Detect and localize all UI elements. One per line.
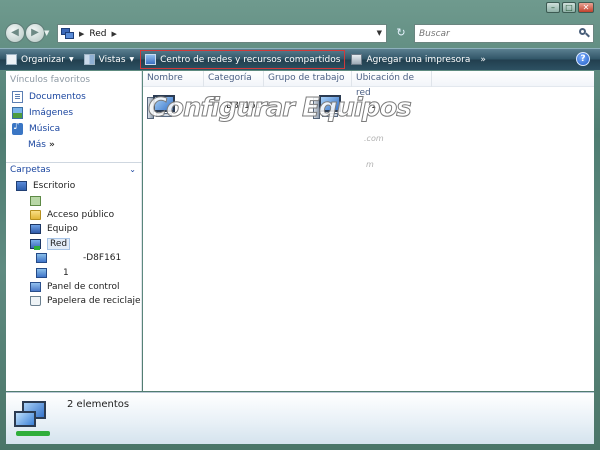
folder-tree: Escritorio Acceso público Equipo Red -D8… xyxy=(6,179,142,309)
tree-item-computer-d8f161[interactable]: -D8F161 xyxy=(6,251,142,265)
pictures-icon xyxy=(12,107,23,119)
close-button[interactable]: ✕ xyxy=(578,2,594,13)
search-input[interactable] xyxy=(415,25,565,42)
breadcrumb-red[interactable]: Red xyxy=(89,29,106,39)
tree-item-label: Acceso público xyxy=(47,209,115,220)
tree-item-user[interactable] xyxy=(6,193,142,207)
watermark-small: m xyxy=(366,160,374,169)
details-pane: 2 elementos xyxy=(6,392,594,444)
favorite-label: Documentos xyxy=(29,92,86,102)
tree-item-label: Equipo xyxy=(47,224,78,235)
watermark-text: Configurar Equipos xyxy=(148,93,413,124)
address-dropdown-icon[interactable]: ▼ xyxy=(377,29,382,37)
help-icon[interactable]: ? xyxy=(576,52,590,66)
forward-button[interactable]: ▶ xyxy=(25,23,45,43)
more-label: Más xyxy=(28,140,46,150)
computer-icon xyxy=(36,267,47,278)
tree-item-panel-de-control[interactable]: Panel de control xyxy=(6,280,142,294)
column-header-nombre[interactable]: Nombre xyxy=(143,71,204,87)
user-folder-icon xyxy=(30,195,41,206)
music-icon xyxy=(12,121,23,135)
minimize-button[interactable]: – xyxy=(546,2,560,13)
desktop-icon xyxy=(16,181,27,192)
title-bar: – □ ✕ xyxy=(0,0,600,20)
favorites-more-link[interactable]: Más» xyxy=(6,137,141,153)
network-icon xyxy=(61,28,74,39)
computer-icon xyxy=(30,224,41,235)
folders-header[interactable]: Carpetas ⌄ xyxy=(6,162,142,177)
views-button[interactable]: Vistas ▼ xyxy=(80,51,139,69)
tree-item-label: Escritorio xyxy=(33,181,76,192)
command-bar: Organizar ▼ Vistas ▼ Centro de redes y r… xyxy=(0,48,600,70)
column-header-grupo[interactable]: Grupo de trabajo xyxy=(264,71,352,87)
tree-item-label: 1 xyxy=(63,267,69,278)
history-dropdown-icon[interactable]: ▼ xyxy=(44,29,49,37)
chevron-down-icon: ▼ xyxy=(129,56,135,63)
computer-icon xyxy=(36,253,47,264)
navigation-bar: ◀ ▶ ▼ ▶ Red ▶ ▼ ↻ xyxy=(0,21,600,47)
organize-button[interactable]: Organizar ▼ xyxy=(2,51,78,69)
tree-item-label: Panel de control xyxy=(47,281,120,292)
folders-label: Carpetas xyxy=(10,165,51,175)
column-header-categoria[interactable]: Categoría xyxy=(204,71,264,87)
tree-item-computer-1[interactable]: 1 xyxy=(6,265,142,279)
network-center-icon xyxy=(145,54,157,65)
organize-label: Organizar xyxy=(21,54,65,65)
watermark-small: .com xyxy=(364,134,384,143)
tree-item-label: -D8F161 xyxy=(83,253,122,264)
views-label: Vistas xyxy=(98,54,126,65)
network-icon xyxy=(30,238,41,250)
item-count: 2 elementos xyxy=(67,399,130,410)
breadcrumb-separator-icon[interactable]: ▶ xyxy=(112,30,117,38)
search-icon[interactable] xyxy=(579,28,590,38)
views-icon xyxy=(83,54,95,65)
double-chevron-icon: » xyxy=(48,140,55,150)
chevron-down-icon: ▼ xyxy=(69,56,74,63)
tree-item-label: Red xyxy=(47,237,71,250)
chevron-down-icon[interactable]: ⌄ xyxy=(129,163,136,177)
tree-item-acceso-publico[interactable]: Acceso público xyxy=(6,208,142,222)
control-panel-icon xyxy=(30,281,41,292)
search-box[interactable] xyxy=(414,24,594,43)
column-headers: Nombre Categoría Grupo de trabajo Ubicac… xyxy=(143,71,594,98)
favorites-header: Vínculos favoritos xyxy=(10,75,91,85)
documents-icon xyxy=(12,91,23,103)
favorite-musica[interactable]: Música xyxy=(6,121,141,137)
breadcrumb-separator-icon[interactable]: ▶ xyxy=(79,30,84,38)
maximize-button[interactable]: □ xyxy=(562,2,576,13)
tree-item-papelera[interactable]: Papelera de reciclaje xyxy=(6,294,142,308)
add-printer-label: Agregar una impresora xyxy=(366,54,471,65)
favorite-label: Imágenes xyxy=(29,108,74,118)
navigation-pane: Vínculos favoritos Documentos Imágenes M… xyxy=(6,71,142,391)
tree-item-label: Papelera de reciclaje xyxy=(47,296,141,307)
network-center-label: Centro de redes y recursos compartidos xyxy=(160,54,341,65)
refresh-button[interactable]: ↻ xyxy=(392,25,410,42)
printer-icon xyxy=(351,54,363,65)
network-icon xyxy=(12,399,54,439)
address-bar[interactable]: ▶ Red ▶ ▼ xyxy=(57,24,387,43)
column-header-ubicacion[interactable]: Ubicación de red xyxy=(352,71,432,98)
tree-item-equipo[interactable]: Equipo xyxy=(6,222,142,236)
recycle-bin-icon xyxy=(30,296,41,307)
favorite-imagenes[interactable]: Imágenes xyxy=(6,105,141,121)
favorite-label: Música xyxy=(29,124,61,134)
add-printer-button[interactable]: Agregar una impresora xyxy=(347,51,474,69)
tree-item-escritorio[interactable]: Escritorio xyxy=(6,179,142,193)
more-commands-button[interactable]: » xyxy=(480,55,485,65)
organize-icon xyxy=(6,54,17,65)
folder-icon xyxy=(30,209,41,220)
tree-item-red[interactable]: Red xyxy=(6,237,142,251)
window-controls: – □ ✕ xyxy=(546,2,594,13)
favorite-documentos[interactable]: Documentos xyxy=(6,89,141,105)
network-center-button[interactable]: Centro de redes y recursos compartidos xyxy=(140,50,346,69)
back-button[interactable]: ◀ xyxy=(5,23,25,43)
